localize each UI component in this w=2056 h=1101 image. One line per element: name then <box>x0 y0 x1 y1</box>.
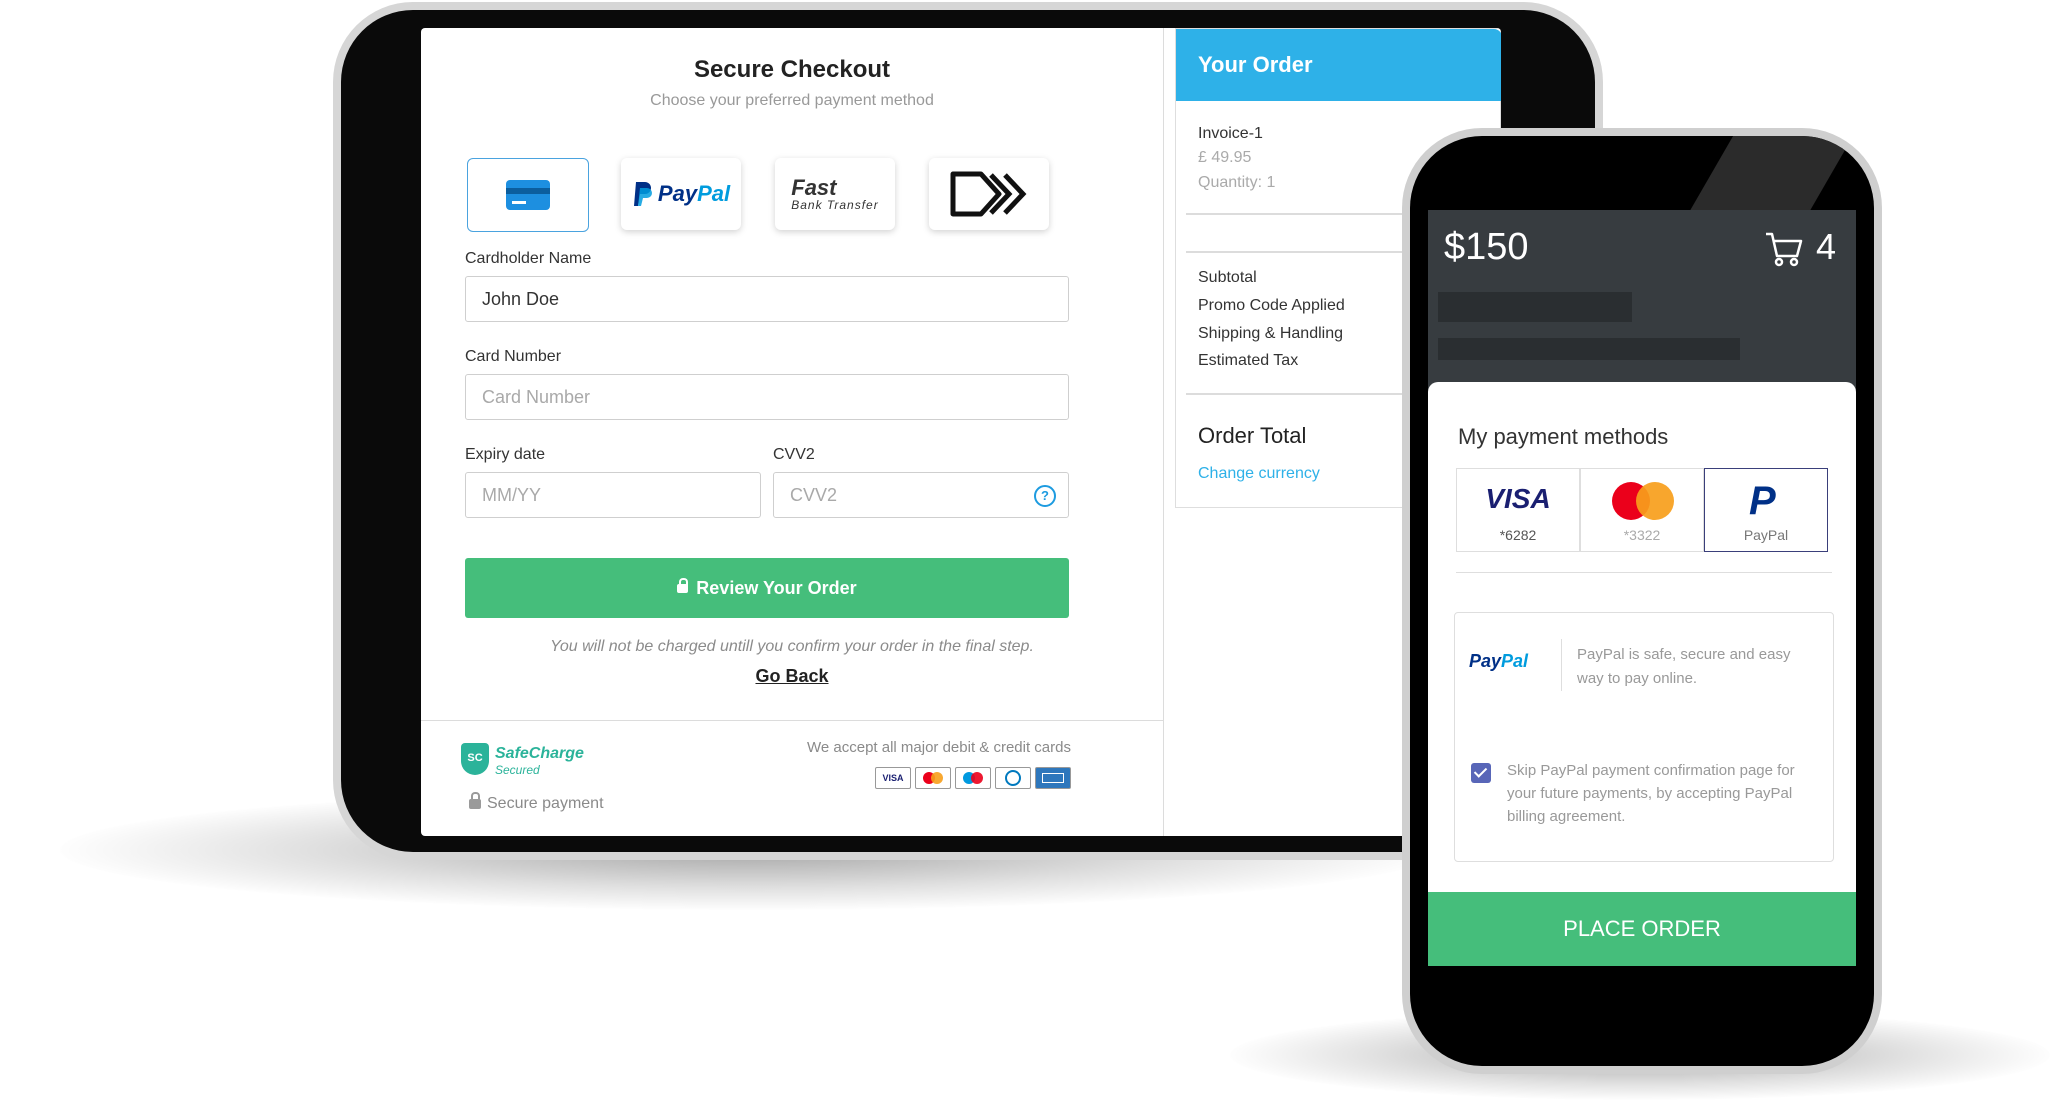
cart-total: $150 <box>1444 226 1529 268</box>
order-total-label: Order Total <box>1198 423 1307 448</box>
help-icon[interactable]: ? <box>1034 485 1056 507</box>
method-fast-transfer-button[interactable]: Fast Bank Transfer <box>775 158 895 230</box>
saved-card-mastercard[interactable]: *3322 <box>1580 468 1704 552</box>
go-back-link[interactable]: Go Back <box>421 666 1163 687</box>
diners-card-icon <box>995 767 1031 789</box>
visa-last-digits: *6282 <box>1499 527 1537 543</box>
cardholder-label: Cardholder Name <box>465 250 592 267</box>
paypal-p-icon <box>633 182 652 206</box>
lock-icon <box>469 792 481 809</box>
mastercard-icon <box>1612 482 1674 520</box>
double-chevron-icon <box>950 171 1027 217</box>
lock-icon <box>677 577 689 593</box>
subtotal-label: Subtotal <box>1198 269 1257 286</box>
order-item-name: Invoice-1 <box>1198 125 1263 142</box>
accepted-cards-row: VISA <box>875 767 1071 789</box>
mastercard-card-icon <box>915 767 951 789</box>
safecharge-sub: Secured <box>495 763 540 777</box>
checkout-pane: Secure Checkout Choose your preferred pa… <box>421 28 1164 836</box>
shipping-label: Shipping & Handling <box>1198 325 1343 342</box>
fast-bank-transfer-logo: Fast Bank Transfer <box>791 175 879 212</box>
cvv-placeholder: CVV2 <box>790 485 838 505</box>
promo-label: Promo Code Applied <box>1198 297 1345 314</box>
tablet-screen: Secure Checkout Choose your preferred pa… <box>421 28 1501 836</box>
paypal-wordmark: PayPal <box>657 181 731 206</box>
method-paypal-button[interactable]: PayPal <box>621 158 741 230</box>
accept-cards-text: We accept all major debit & credit cards <box>806 739 1071 756</box>
divider <box>1561 639 1562 691</box>
saved-card-visa[interactable]: VISA *6282 <box>1456 468 1580 552</box>
paypal-label: PayPal <box>1743 527 1789 543</box>
charge-note: You will not be charged untill you confi… <box>550 638 1034 655</box>
review-order-label: Review Your Order <box>696 577 857 598</box>
change-currency-link[interactable]: Change currency <box>1198 465 1320 483</box>
visa-card-icon: VISA <box>875 767 911 789</box>
visa-logo: VISA <box>1485 483 1551 514</box>
divider <box>1456 572 1832 573</box>
skip-confirmation-text: Skip PayPal payment confirmation page fo… <box>1507 762 1795 825</box>
skip-confirmation-checkbox[interactable] <box>1471 763 1491 783</box>
place-order-button[interactable]: PLACE ORDER <box>1428 892 1856 966</box>
paypal-wordmark: PayPal <box>1469 651 1529 671</box>
paypal-p-icon: P <box>1749 479 1776 523</box>
secure-payment-text: Secure payment <box>487 795 604 812</box>
expiry-label: Expiry date <box>465 446 546 463</box>
mastercard-last-digits: *3322 <box>1623 527 1661 543</box>
order-item-quantity: Quantity: 1 <box>1198 174 1276 191</box>
placeholder-bar <box>1438 338 1740 360</box>
payment-methods-card: My payment methods VISA *6282 *3322 P Pa… <box>1428 382 1856 902</box>
cvv-label: CVV2 <box>773 446 815 463</box>
phone-screen: $150 4 My payment methods VISA *6282 *33… <box>1428 210 1856 974</box>
cardholder-name-input[interactable]: John Doe <box>465 276 1069 322</box>
credit-card-icon <box>506 180 550 210</box>
cvv-input[interactable]: CVV2 ? <box>773 472 1069 518</box>
review-order-button[interactable]: Review Your Order <box>465 558 1069 618</box>
checkout-footer: SC SafeCharge Secured Secure payment We … <box>421 720 1163 836</box>
paypal-info-box: PayPal PayPal is safe, secure and easy w… <box>1454 612 1834 862</box>
method-card-button[interactable] <box>467 158 589 232</box>
saved-paypal[interactable]: P PayPal <box>1704 468 1828 552</box>
maestro-card-icon <box>955 767 991 789</box>
card-number-label: Card Number <box>465 348 562 365</box>
placeholder-bar <box>1438 292 1632 322</box>
payment-methods-title: My payment methods <box>1458 424 1669 449</box>
paypal-description: PayPal is safe, secure and easy way to p… <box>1577 646 1791 687</box>
cart-count: 4 <box>1816 226 1837 267</box>
card-number-input[interactable]: Card Number <box>465 374 1069 420</box>
order-item-price: £ 49.95 <box>1198 149 1252 166</box>
cart-icon[interactable] <box>1764 230 1804 268</box>
method-forward-button[interactable] <box>929 158 1049 230</box>
phone-header: $150 4 <box>1428 210 1856 390</box>
safecharge-name: SafeCharge <box>495 745 584 762</box>
amex-card-icon <box>1035 767 1071 789</box>
expiry-input[interactable]: MM/YY <box>465 472 761 518</box>
page-title: Secure Checkout <box>693 56 891 83</box>
order-header: Your Order <box>1176 29 1501 101</box>
tax-label: Estimated Tax <box>1198 352 1299 369</box>
safecharge-shield-icon: SC <box>461 743 489 775</box>
page-subtitle: Choose your preferred payment method <box>650 92 934 109</box>
